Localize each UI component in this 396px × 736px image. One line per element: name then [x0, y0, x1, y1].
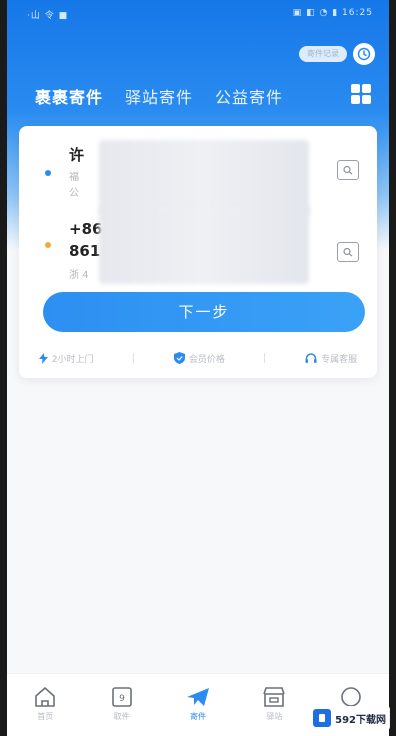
next-step-button[interactable]: 下一步 — [43, 292, 365, 332]
divider — [264, 353, 266, 363]
recipient-sub-line: 浙 4 — [69, 270, 89, 281]
status-right: ▣ ◧ ◔ ▮ 16:25 — [292, 8, 373, 18]
home-icon — [35, 687, 56, 707]
nav-label: 取件 — [113, 712, 130, 721]
tab-charity-send[interactable]: 公益寄件 — [215, 84, 283, 108]
recipient-redacted-area — [99, 206, 309, 284]
lightning-icon — [38, 352, 48, 364]
feature-label: 专属客服 — [321, 354, 358, 365]
shield-icon — [173, 352, 185, 364]
site-watermark: 592下载网 — [309, 706, 390, 730]
send-icon — [187, 688, 210, 706]
feature-label: 2小时上门 — [51, 354, 94, 365]
feature-fast-pickup: 2小时上门 — [38, 352, 94, 365]
feature-support: 专属客服 — [305, 352, 357, 365]
clock-icon[interactable] — [353, 43, 375, 65]
sender-redacted-area — [99, 140, 309, 216]
parcel-icon: 9 — [111, 687, 132, 707]
nav-pickup[interactable]: 9 取件 — [83, 674, 159, 736]
recipient-address-book-icon[interactable] — [337, 242, 359, 262]
recipient-line1: +86 — [69, 220, 103, 238]
nav-home[interactable]: 首页 — [7, 674, 83, 736]
profile-icon — [341, 687, 361, 707]
status-bar: ·山 令 ■ ▣ ◧ ◔ ▮ 16:25 — [7, 0, 389, 26]
sender-sub-line2: 公 — [69, 188, 79, 199]
phone-screen: ·山 令 ■ ▣ ◧ ◔ ▮ 16:25 寄件记录 裹裹寄件 驿站寄件 公益寄件… — [7, 0, 389, 736]
records-pill[interactable]: 寄件记录 — [299, 46, 347, 62]
store-icon — [263, 687, 286, 707]
send-form-card: 许 福 公 +86 861 浙 4 下一步 2小时上门 会员价格 专属客服 — [19, 126, 377, 378]
service-features: 2小时上门 会员价格 专属客服 — [19, 348, 377, 368]
watermark-text: 592下载网 — [335, 714, 386, 726]
recipient-line2: 861 — [69, 242, 101, 260]
header-actions: 寄件记录 — [299, 43, 375, 65]
tab-station-send[interactable]: 驿站寄件 — [125, 84, 193, 108]
nav-label: 驿站 — [266, 712, 283, 721]
recipient-dot — [45, 242, 51, 248]
send-type-tabs: 裹裹寄件 驿站寄件 公益寄件 — [35, 84, 283, 108]
feature-label: 会员价格 — [188, 354, 225, 365]
sender-address-book-icon[interactable] — [337, 160, 359, 180]
sender-name: 许 — [69, 146, 85, 164]
svg-text:9: 9 — [119, 694, 125, 704]
feature-member-price: 会员价格 — [173, 352, 225, 365]
watermark-logo-icon — [313, 709, 332, 727]
sender-dot — [45, 170, 51, 176]
recipient-row[interactable]: +86 861 浙 4 — [19, 206, 377, 300]
headset-icon — [305, 352, 317, 363]
sender-sub-line1: 福 — [69, 172, 79, 183]
status-left: ·山 令 ■ — [27, 11, 69, 21]
nav-station[interactable]: 驿站 — [236, 674, 312, 736]
nav-label: 首页 — [37, 712, 54, 721]
grid-icon[interactable] — [351, 84, 371, 104]
divider — [133, 353, 135, 363]
nav-label: 寄件 — [190, 712, 207, 721]
tab-guoguo-send[interactable]: 裹裹寄件 — [35, 84, 103, 108]
nav-send[interactable]: 寄件 — [160, 674, 236, 736]
